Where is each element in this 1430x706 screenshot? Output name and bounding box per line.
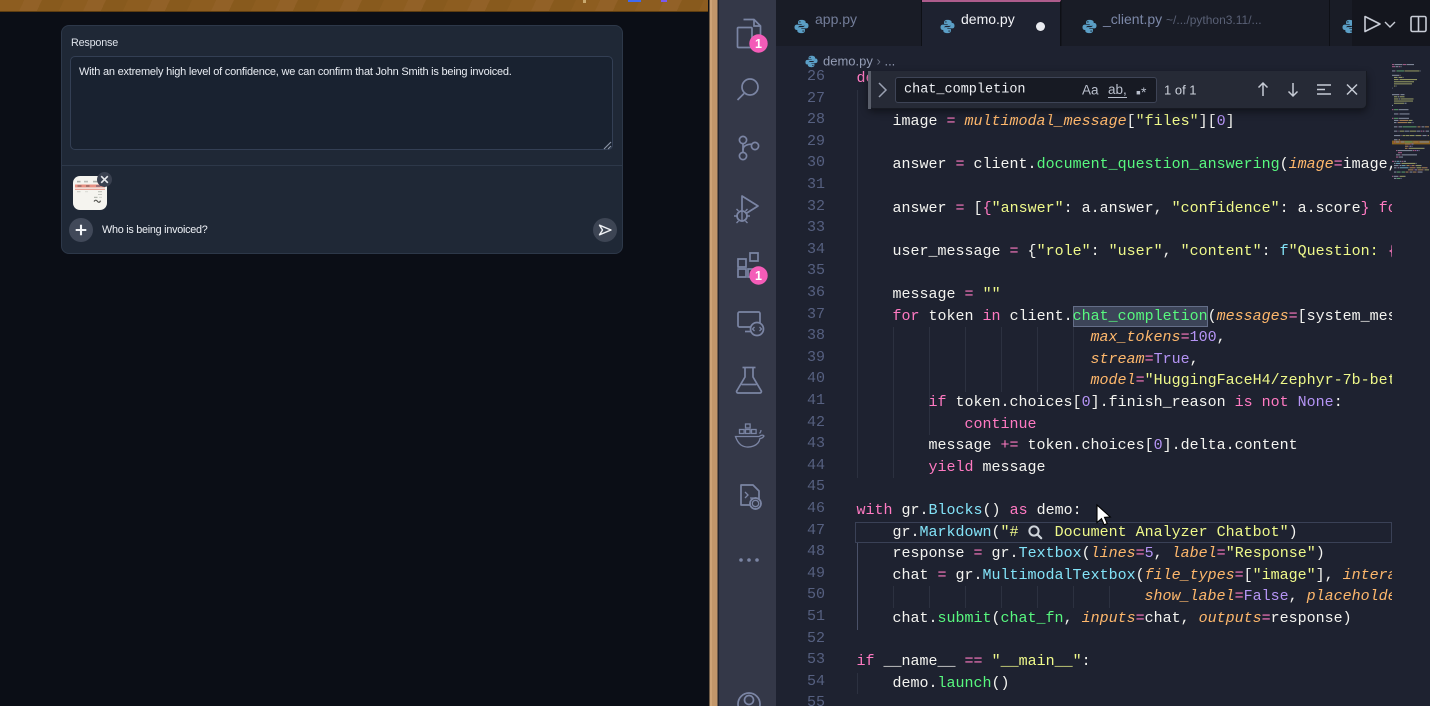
- svg-text:1: 1: [755, 269, 762, 283]
- svg-text:1: 1: [755, 37, 762, 51]
